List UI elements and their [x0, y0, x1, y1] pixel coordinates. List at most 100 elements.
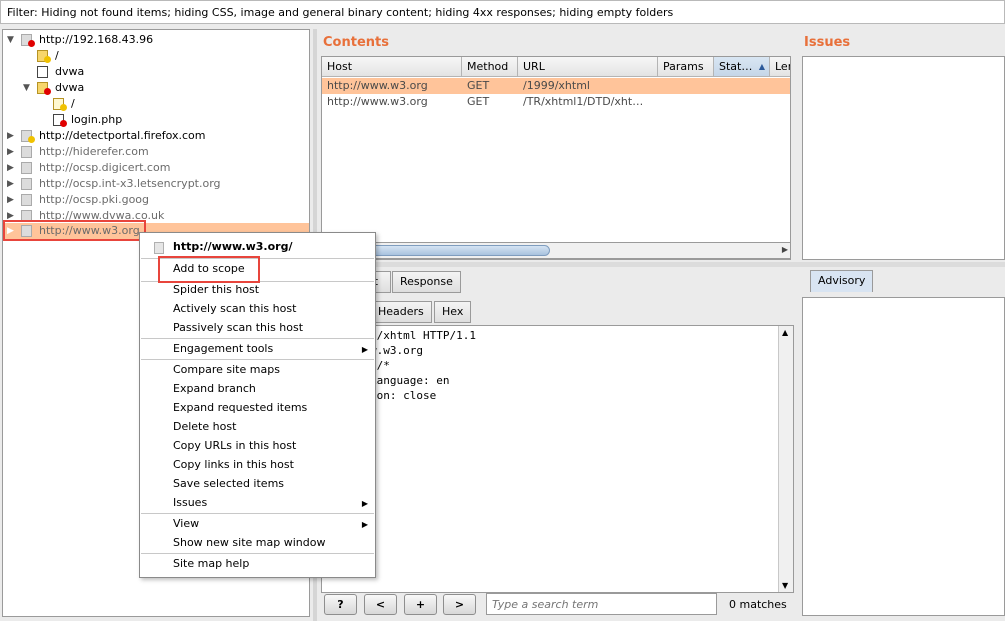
menu-item-delete-host[interactable]: Delete host [173, 417, 236, 436]
tab-hex[interactable]: Hex [434, 301, 472, 323]
menu-item-active-scan[interactable]: Actively scan this host [173, 299, 296, 318]
yellow-status-dot-icon [44, 56, 51, 63]
cell-method: GET [467, 95, 490, 108]
tree-item-label: http://ocsp.digicert.com [39, 161, 171, 174]
menu-item-copy-urls[interactable]: Copy URLs in this host [173, 436, 296, 455]
match-count: 0 matches [729, 598, 787, 611]
column-header-status[interactable]: Stat… ▲ [714, 57, 770, 77]
expanded-arrow-icon[interactable]: ▼ [7, 32, 17, 48]
tree-item-label: / [71, 97, 75, 110]
tree-item-host[interactable]: ▶ http://ocsp.int-x3.letsencrypt.org [7, 176, 307, 192]
tree-item-folder[interactable]: ▼ dvwa [7, 80, 307, 96]
host-icon [154, 242, 164, 254]
expanded-arrow-icon[interactable]: ▼ [23, 80, 33, 96]
tree-item-page[interactable]: login.php [7, 112, 307, 128]
menu-item-view[interactable]: View [173, 514, 373, 533]
menu-item-site-map-help[interactable]: Site map help [173, 554, 249, 573]
highlight-box [158, 256, 260, 283]
filter-bar[interactable]: Filter: Hiding not found items; hiding C… [0, 0, 1005, 24]
menu-item-copy-links[interactable]: Copy links in this host [173, 455, 294, 474]
collapsed-arrow-icon[interactable]: ▶ [7, 144, 17, 160]
cell-url: /TR/xhtml1/DTD/xht… [523, 95, 644, 108]
column-header-params[interactable]: Params [658, 57, 714, 77]
collapsed-arrow-icon[interactable]: ▶ [7, 192, 17, 208]
tree-item-label: dvwa [55, 81, 85, 94]
request-editor[interactable]: 9/xhtml HTTP/1.1 w.w3.org */* Language: … [321, 325, 794, 593]
cell-host: http://www.w3.org [327, 95, 428, 108]
tree-item-label: http://ocsp.int-x3.letsencrypt.org [39, 177, 221, 190]
red-status-dot-icon [44, 88, 51, 95]
request-line: ion: close [370, 389, 437, 402]
scroll-down-icon[interactable]: ▼ [782, 581, 788, 590]
table-row[interactable]: http://www.w3.org GET /TR/xhtml1/DTD/xht… [322, 94, 790, 110]
advisory-panel [802, 297, 1005, 616]
yellow-status-dot-icon [60, 104, 67, 111]
menu-item-compare-site-maps[interactable]: Compare site maps [173, 360, 280, 379]
tree-item-host[interactable]: ▶ http://ocsp.digicert.com [7, 160, 307, 176]
menu-item-expand-branch[interactable]: Expand branch [173, 379, 256, 398]
menu-item-label: Engagement tools [173, 342, 274, 355]
menu-item-label: Issues [173, 496, 208, 509]
host-icon [21, 146, 32, 158]
tree-item-label: http://192.168.43.96 [39, 33, 154, 46]
tree-item-host[interactable]: ▶ http://hiderefer.com [7, 144, 307, 160]
tree-item-label: http://hiderefer.com [39, 145, 149, 158]
tab-advisory[interactable]: Advisory [810, 270, 874, 292]
tree-item-host[interactable]: ▶ http://ocsp.pki.goog [7, 192, 307, 208]
host-icon [21, 194, 32, 206]
column-header-status-label: Stat… [719, 60, 753, 73]
horizontal-scrollbar[interactable]: ▶ [321, 242, 791, 259]
submenu-arrow-icon: ▶ [361, 520, 368, 529]
tree-item-host[interactable]: ▼ http://192.168.43.96 [7, 32, 307, 48]
menu-item-passive-scan[interactable]: Passively scan this host [173, 318, 303, 337]
cell-host: http://www.w3.org [327, 79, 428, 92]
collapsed-arrow-icon[interactable]: ▶ [7, 160, 17, 176]
red-status-dot-icon [60, 120, 67, 127]
search-input[interactable] [486, 593, 717, 615]
add-button[interactable]: + [404, 594, 437, 615]
menu-item-label: View [173, 517, 200, 530]
context-menu: http://www.w3.org/ Add to scope Spider t… [139, 232, 376, 578]
scroll-right-icon[interactable]: ▶ [782, 245, 788, 254]
column-header-length[interactable]: Ler [770, 57, 790, 77]
submenu-arrow-icon: ▶ [361, 499, 368, 508]
tree-item-page[interactable]: dvwa [7, 64, 307, 80]
horizontal-splitter[interactable] [318, 262, 1005, 267]
next-button[interactable]: > [443, 594, 476, 615]
request-line: 9/xhtml HTTP/1.1 [370, 329, 476, 342]
menu-item-engagement-tools[interactable]: Engagement tools [173, 339, 373, 358]
column-header-host[interactable]: Host [322, 57, 462, 77]
previous-button[interactable]: < [364, 594, 397, 615]
column-header-method[interactable]: Method [462, 57, 518, 77]
issues-title: Issues [804, 35, 851, 50]
collapsed-arrow-icon[interactable]: ▶ [7, 176, 17, 192]
tree-item-label: dvwa [55, 65, 85, 78]
sort-ascending-icon: ▲ [758, 62, 765, 71]
scroll-up-icon[interactable]: ▲ [782, 328, 788, 337]
menu-item-expand-requested[interactable]: Expand requested items [173, 398, 307, 417]
vertical-scrollbar[interactable]: ▲ ▼ [778, 326, 793, 592]
tree-item-folder[interactable]: / [7, 96, 307, 112]
table-row[interactable]: http://www.w3.org GET /1999/xhtml [322, 78, 790, 94]
menu-item-new-site-map-window[interactable]: Show new site map window [173, 533, 325, 552]
tab-headers[interactable]: Headers [370, 301, 432, 323]
tab-response[interactable]: Response [392, 271, 461, 293]
red-status-dot-icon [28, 40, 35, 47]
issues-panel [802, 56, 1005, 260]
host-icon [21, 178, 32, 190]
contents-table: Host Method URL Params Stat… ▲ Ler http:… [321, 56, 791, 260]
help-button[interactable]: ? [324, 594, 357, 615]
tree-item-folder[interactable]: / [7, 48, 307, 64]
tree-item-label: login.php [71, 113, 123, 126]
tree-item-host[interactable]: ▶ http://detectportal.firefox.com [7, 128, 307, 144]
yellow-status-dot-icon [28, 136, 35, 143]
tree-item-label: / [55, 49, 59, 62]
cell-method: GET [467, 79, 490, 92]
column-header-url[interactable]: URL [518, 57, 658, 77]
collapsed-arrow-icon[interactable]: ▶ [7, 128, 17, 144]
tree-item-label: http://detectportal.firefox.com [39, 129, 206, 142]
menu-item-save-selected[interactable]: Save selected items [173, 474, 284, 493]
request-line: w.w3.org [370, 344, 423, 357]
menu-item-issues[interactable]: Issues [173, 493, 373, 512]
request-line: Language: en [370, 374, 450, 387]
